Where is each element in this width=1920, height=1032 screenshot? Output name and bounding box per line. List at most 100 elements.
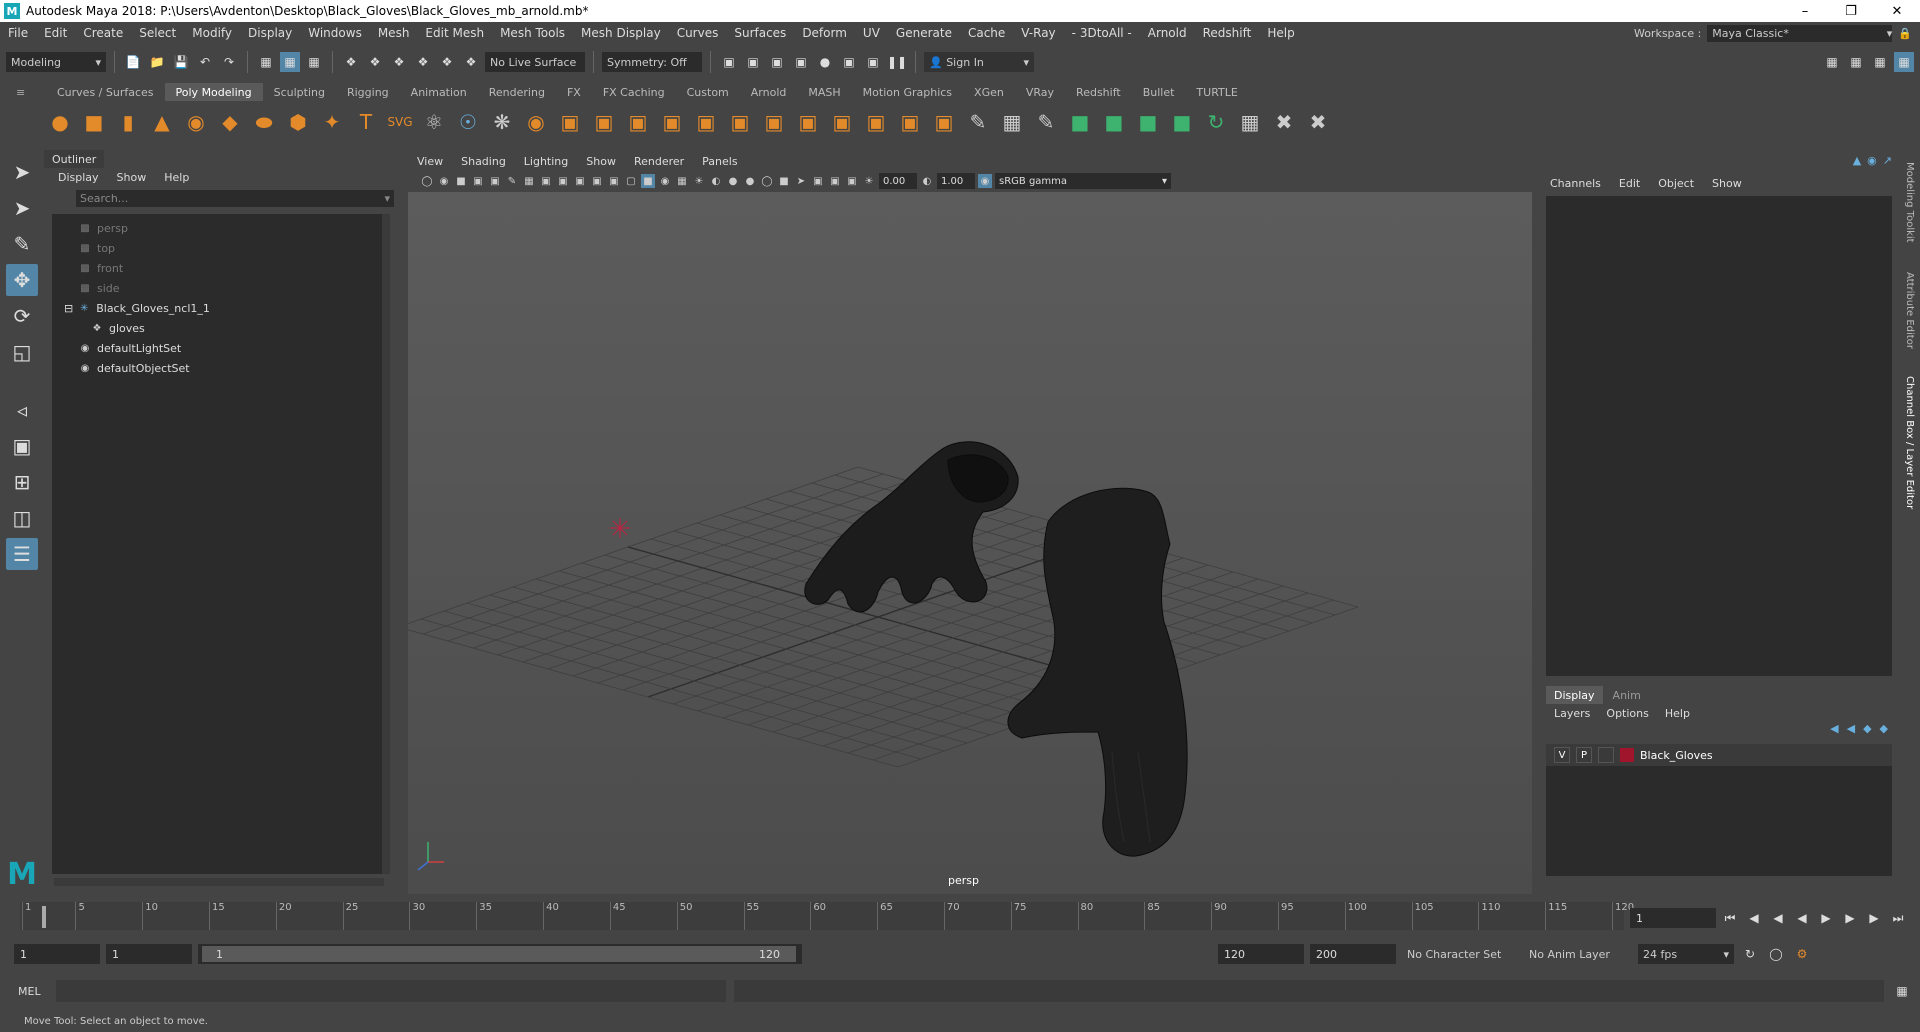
sign-in-button[interactable]: 👤 Sign In ▾ xyxy=(924,52,1034,72)
help-icon[interactable]: ◉ xyxy=(1867,154,1877,167)
pause-icon[interactable]: ❚❚ xyxy=(887,52,907,72)
arnold-render-icon[interactable]: ▣ xyxy=(839,52,859,72)
render-settings-icon[interactable]: ▣ xyxy=(791,52,811,72)
playback-end-field[interactable]: 120 xyxy=(1218,944,1304,964)
gamma-field[interactable]: 1.00 xyxy=(937,173,975,189)
script-editor-icon[interactable]: ▦ xyxy=(1892,981,1912,1001)
scale-tool-icon[interactable]: ◱ xyxy=(6,336,38,368)
layer-playback-toggle[interactable]: P xyxy=(1576,747,1592,763)
bevel-icon[interactable]: ❋ xyxy=(488,108,516,136)
poly-cone-icon[interactable]: ▲ xyxy=(148,108,176,136)
new-layer-selected-icon[interactable]: ◆ xyxy=(1880,722,1888,735)
snap-live-icon[interactable]: ❖ xyxy=(461,52,481,72)
outliner-item[interactable]: ▩ persp xyxy=(52,218,388,238)
layer-menu-layers[interactable]: Layers xyxy=(1554,707,1590,720)
image-plane-icon[interactable]: ▣ xyxy=(471,174,485,188)
bevel-tool-icon[interactable]: ▣ xyxy=(794,108,822,136)
menu-help[interactable]: Help xyxy=(1259,26,1302,40)
combine-icon[interactable]: ◉ xyxy=(522,108,550,136)
side-tab-channel-box[interactable]: Channel Box / Layer Editor xyxy=(1904,376,1915,509)
new-scene-icon[interactable]: 📄 xyxy=(123,52,143,72)
viewport-menu-renderer[interactable]: Renderer xyxy=(625,155,693,168)
outliner-menu-display[interactable]: Display xyxy=(58,171,99,184)
lock-icon[interactable]: 🔒 xyxy=(1898,27,1912,40)
channel-box-menu-object[interactable]: Object xyxy=(1658,177,1694,190)
wedge-icon[interactable]: ▣ xyxy=(896,108,924,136)
average-icon[interactable]: ▣ xyxy=(658,108,686,136)
bookmark-icon[interactable]: ■ xyxy=(454,174,468,188)
extract-icon[interactable]: ▣ xyxy=(590,108,618,136)
uv-sew-icon[interactable]: ✖ xyxy=(1304,108,1332,136)
step-forward-key-icon[interactable]: ▶ xyxy=(1864,908,1884,928)
resolution-gate-icon[interactable]: ▣ xyxy=(556,174,570,188)
snap-curve-icon[interactable]: ❖ xyxy=(365,52,385,72)
shelf-tab-fx[interactable]: FX xyxy=(556,83,592,101)
viewport-menu-panels[interactable]: Panels xyxy=(693,155,746,168)
camera-attributes-icon[interactable]: ◉ xyxy=(437,174,451,188)
menu-curves[interactable]: Curves xyxy=(669,26,727,40)
menu-mesh-tools[interactable]: Mesh Tools xyxy=(492,26,573,40)
poly-torus-icon[interactable]: ◉ xyxy=(182,108,210,136)
color-management-icon[interactable]: ◉ xyxy=(978,174,992,188)
select-hierarchy-icon[interactable]: ▦ xyxy=(256,52,276,72)
menu-windows[interactable]: Windows xyxy=(300,26,370,40)
viewport-menu-view[interactable]: View xyxy=(408,155,452,168)
layer-menu-help[interactable]: Help xyxy=(1665,707,1690,720)
sculpt-icon[interactable]: ⚛ xyxy=(420,108,448,136)
menu-display[interactable]: Display xyxy=(240,26,300,40)
poke-icon[interactable]: ▣ xyxy=(930,108,958,136)
start-time-field[interactable]: 1 xyxy=(14,944,100,964)
extrude-icon[interactable]: ▣ xyxy=(760,108,788,136)
layer-type-toggle[interactable] xyxy=(1598,747,1614,763)
multi-cut-icon[interactable]: ✎ xyxy=(964,108,992,136)
two-pane-layout-icon[interactable]: ◫ xyxy=(6,502,38,534)
separate-icon[interactable]: ▣ xyxy=(556,108,584,136)
super-shape-icon[interactable]: ✦ xyxy=(318,108,346,136)
outliner-search-input[interactable]: Search... ▾ xyxy=(76,190,394,207)
menu-generate[interactable]: Generate xyxy=(888,26,960,40)
outliner-item[interactable]: ▩ front xyxy=(52,258,388,278)
outliner-item[interactable]: ▩ top xyxy=(52,238,388,258)
layer-row[interactable]: V P Black_Gloves xyxy=(1546,744,1892,766)
uv-cut-icon[interactable]: ✖ xyxy=(1270,108,1298,136)
shadows-icon[interactable]: ◐ xyxy=(709,174,723,188)
poly-sphere-icon[interactable]: ● xyxy=(46,108,74,136)
menu-edit[interactable]: Edit xyxy=(36,26,75,40)
channel-box-menu-show[interactable]: Show xyxy=(1712,177,1742,190)
auto-map-icon[interactable]: ↻ xyxy=(1202,108,1230,136)
minimize-button[interactable]: – xyxy=(1782,0,1828,22)
shelf-tab-vray[interactable]: VRay xyxy=(1015,83,1065,101)
layer-tab-display[interactable]: Display xyxy=(1546,686,1603,704)
render-frame-icon[interactable]: ▣ xyxy=(719,52,739,72)
redo-icon[interactable]: ↷ xyxy=(219,52,239,72)
outliner-layout-icon[interactable]: ☰ xyxy=(6,538,38,570)
xray-joints-icon[interactable]: ▣ xyxy=(828,174,842,188)
anti-aliasing-icon[interactable]: ◯ xyxy=(760,174,774,188)
new-layer-icon[interactable]: ◆ xyxy=(1863,722,1871,735)
close-button[interactable]: ✕ xyxy=(1874,0,1920,22)
auto-key-icon[interactable]: ◯ xyxy=(1766,944,1786,964)
motion-blur-icon[interactable]: ● xyxy=(743,174,757,188)
outliner-item[interactable]: ▩ side xyxy=(52,278,388,298)
move-tool-icon[interactable]: ✥ xyxy=(6,264,38,296)
expand-toggle-icon[interactable]: ⊟ xyxy=(64,302,73,315)
four-view-layout-icon[interactable]: ⊞ xyxy=(6,466,38,498)
select-camera-icon[interactable]: ◯ xyxy=(420,174,434,188)
shelf-tab-redshift[interactable]: Redshift xyxy=(1065,83,1132,101)
fill-hole-icon[interactable]: ▣ xyxy=(862,108,890,136)
play-forwards-icon[interactable]: ▶ xyxy=(1816,908,1836,928)
go-to-start-icon[interactable]: ⏮ xyxy=(1720,908,1740,928)
workspace-dropdown[interactable]: Maya Classic* ▾ xyxy=(1707,24,1893,42)
shelf-tab-arnold[interactable]: Arnold xyxy=(740,83,798,101)
channel-box-toggle-icon[interactable]: ▦ xyxy=(1894,52,1914,72)
textured-icon[interactable]: ▦ xyxy=(675,174,689,188)
playback-start-field[interactable]: 1 xyxy=(106,944,192,964)
ambient-occlusion-icon[interactable]: ● xyxy=(726,174,740,188)
poly-disc-icon[interactable]: ⬬ xyxy=(250,108,278,136)
outliner-hscrollbar[interactable] xyxy=(54,878,384,886)
mirror-icon[interactable]: ▣ xyxy=(692,108,720,136)
shelf-tab-custom[interactable]: Custom xyxy=(676,83,740,101)
xray-icon[interactable]: ▣ xyxy=(811,174,825,188)
character-set-dropdown[interactable]: No Character Set xyxy=(1402,944,1518,964)
shelf-tab-sculpting[interactable]: Sculpting xyxy=(263,83,336,101)
